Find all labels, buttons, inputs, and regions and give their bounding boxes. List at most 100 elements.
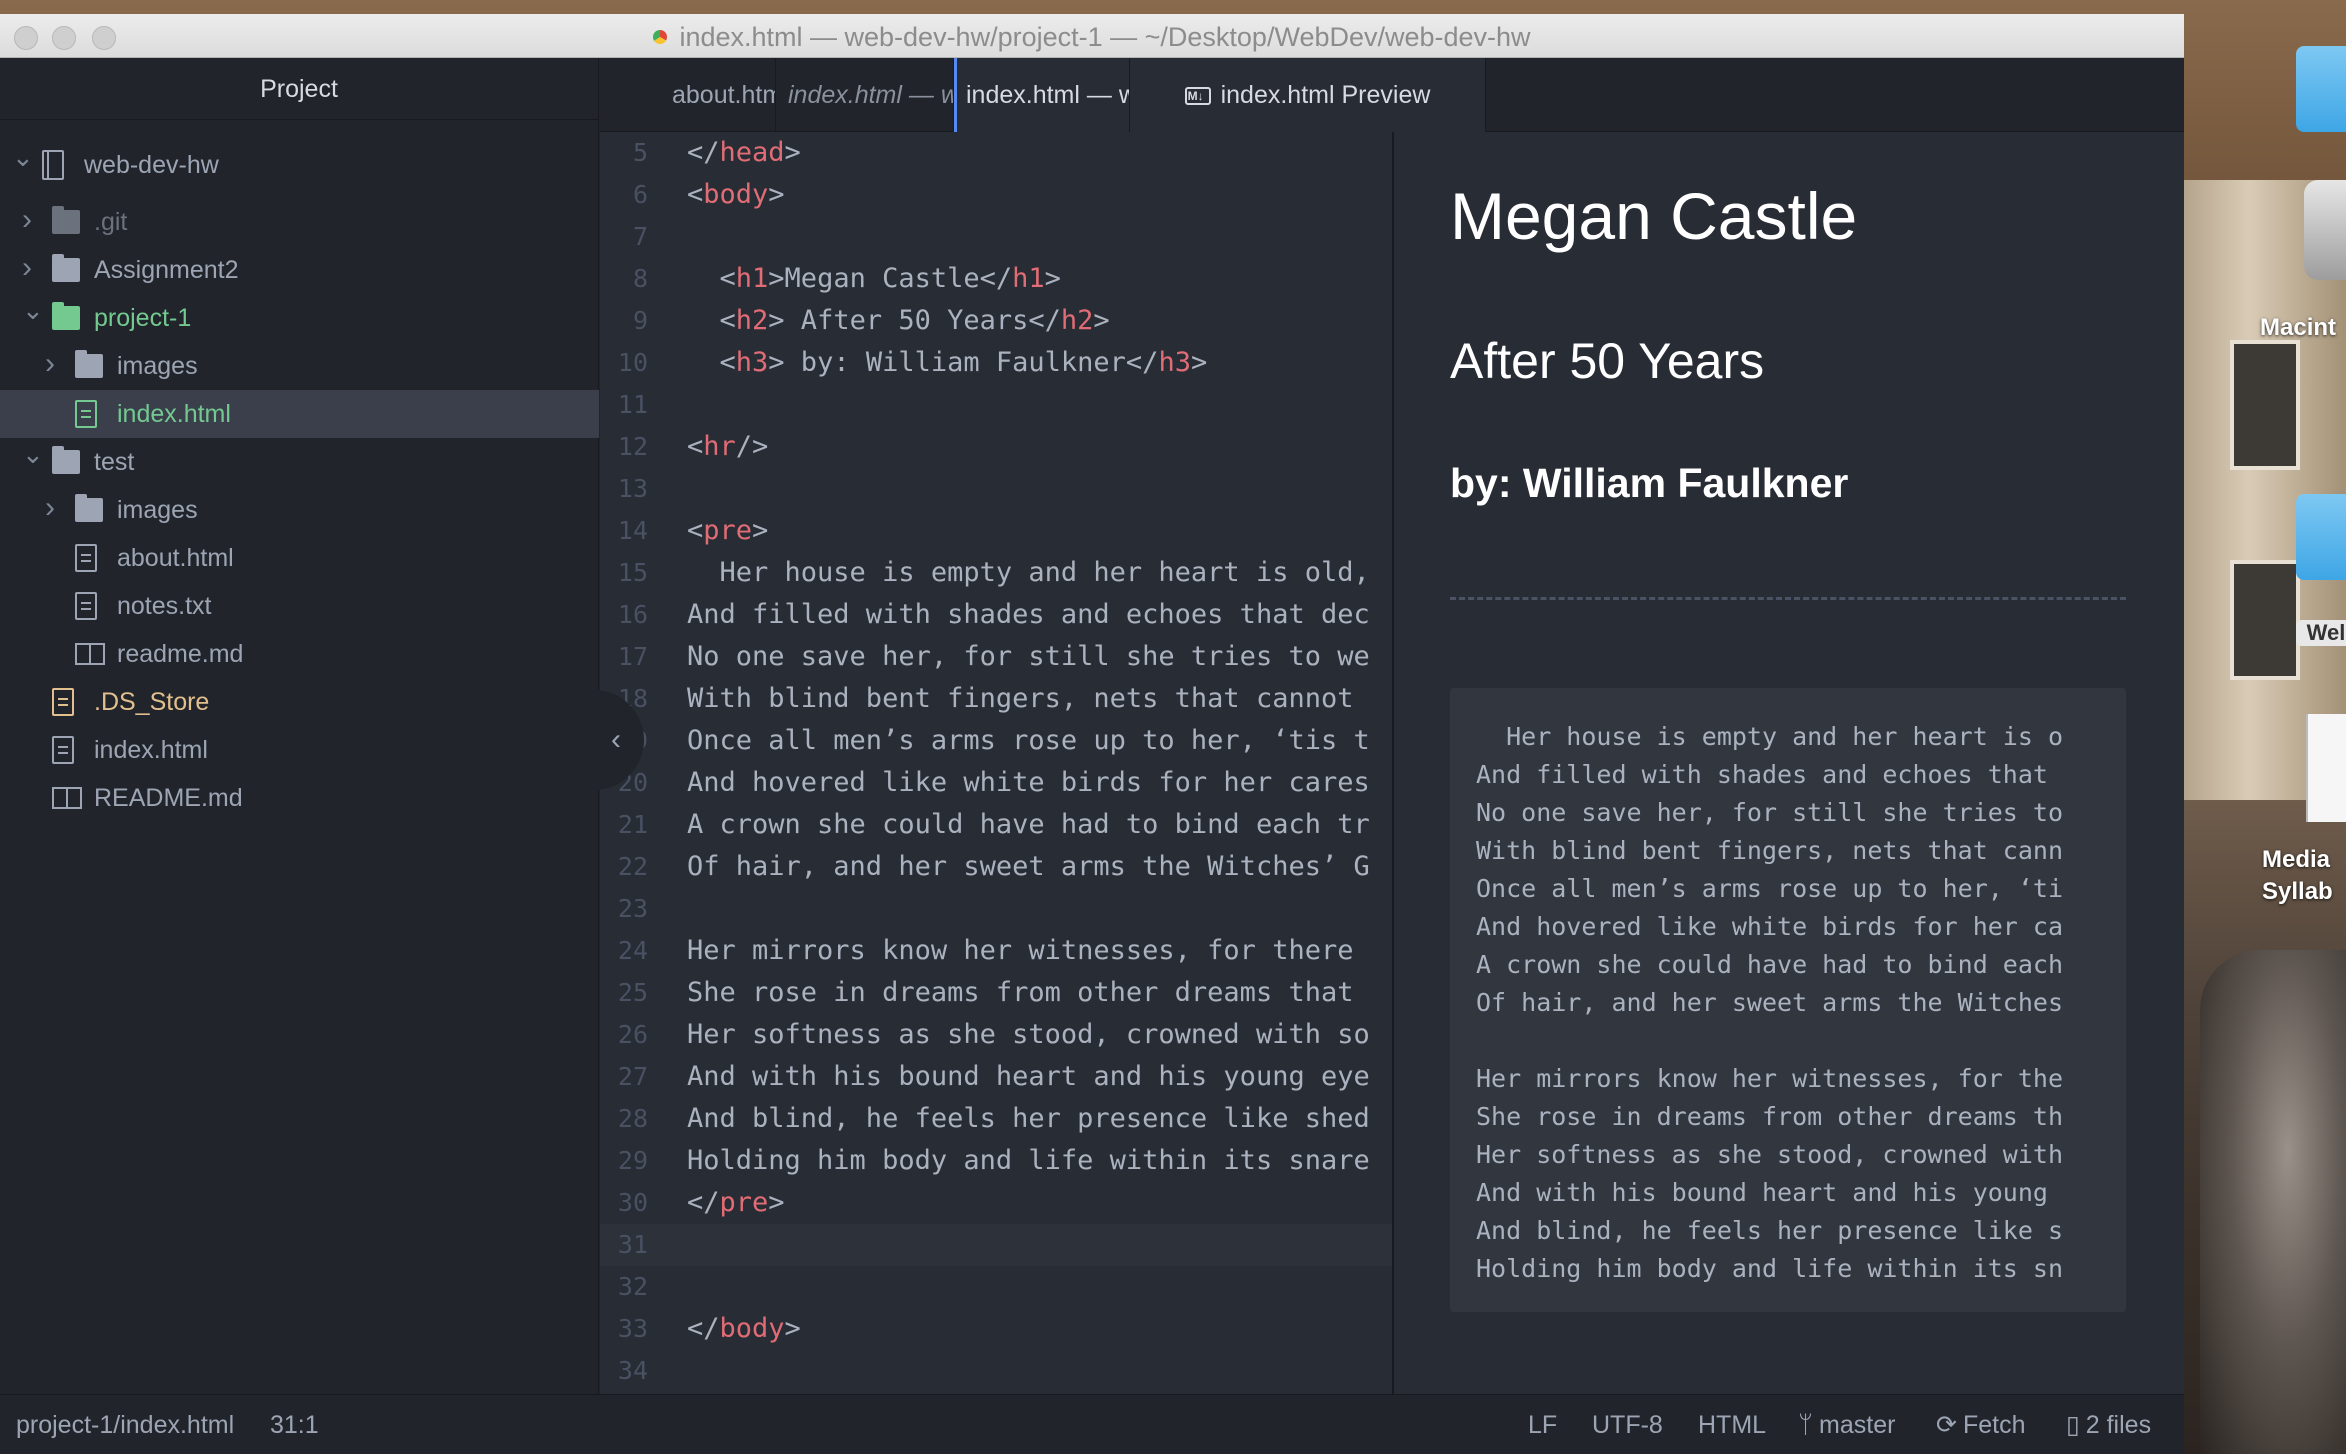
code-line[interactable]: 17 No one save her, for still she tries t… — [600, 636, 1392, 678]
code-text: And with his bound heart and his young e… — [687, 1061, 1370, 1092]
code-line[interactable]: 25 She rose in dreams from other dreams t… — [600, 972, 1392, 1014]
tab-label: index.html — web-... — [966, 81, 1129, 109]
code-line[interactable]: 19Once all men’s arms rose up to her, ‘t… — [600, 720, 1392, 762]
tab-markdown-preview[interactable]: index.html Preview — [1130, 58, 1486, 132]
desktop-icon-label[interactable]: Wel — [2296, 620, 2346, 646]
code-line[interactable]: 32 — [600, 1266, 1392, 1308]
code-text: <h2> After 50 Years</h2> — [687, 305, 1110, 336]
title-bar[interactable]: index.html — web-dev-hw/project-1 — ~/De… — [0, 14, 2184, 58]
document-icon — [653, 30, 668, 44]
line-number: 28 — [617, 1104, 648, 1133]
tree-view[interactable]: Project ⌄ web-dev-hw › .git › Assignment2 ⌄ pro… — [0, 58, 599, 1394]
changed-files-label: 2 files — [2085, 1411, 2152, 1439]
tree-item[interactable]: › .git — [0, 198, 599, 246]
preview-pre-line: Once all men’s arms rose up to her, ‘ti — [1476, 874, 2063, 903]
code-line[interactable]: 14 <pre> — [600, 510, 1392, 552]
code-line[interactable]: 9 <h2> After 50 Years</h2> — [600, 300, 1392, 342]
preview-pre-line: Of hair, and her sweet arms the Witches — [1476, 988, 2063, 1017]
code-line[interactable]: 16 And filled with shades and echoes that… — [600, 594, 1392, 636]
code-line[interactable]: 15 Her house is empty and her heart is o… — [600, 552, 1392, 594]
tree-item-label: about.html — [117, 544, 234, 572]
desktop-folder-icon[interactable] — [2296, 46, 2346, 132]
code-line[interactable]: 27 And with his bound heart and his young… — [600, 1056, 1392, 1098]
code-line[interactable]: 29 Holding him body and life within its s… — [600, 1140, 1392, 1182]
tree-item[interactable]: ⌄ test — [0, 438, 599, 486]
status-line-ending[interactable]: LF — [1528, 1395, 1557, 1454]
code-line[interactable]: 18 With blind bent fingers, nets that can… — [600, 678, 1392, 720]
tree-item[interactable]: index.html — [0, 390, 599, 438]
tree-item[interactable]: notes.txt — [0, 582, 599, 630]
tree-item-label: index.html — [94, 736, 208, 764]
desktop-document-icon[interactable] — [2306, 714, 2346, 822]
status-changed-files[interactable]: ▯ 2 files — [2066, 1395, 2151, 1454]
code-line[interactable]: 33 </body> — [600, 1308, 1392, 1350]
desktop-drive-icon[interactable] — [2304, 180, 2346, 280]
code-line[interactable]: 20 And hovered like white birds for her c… — [600, 762, 1392, 804]
desktop-folder-icon[interactable] — [2296, 494, 2346, 580]
tree-item[interactable]: readme.md — [0, 630, 599, 678]
status-fetch-button[interactable]: ⟳ Fetch — [1936, 1395, 2025, 1454]
code-line[interactable]: 26 Her softness as she stood, crowned wit… — [600, 1014, 1392, 1056]
folder-icon — [52, 254, 80, 282]
code-line[interactable]: 31 — [600, 1224, 1392, 1266]
code-text: No one save her, for still she tries to … — [687, 641, 1370, 672]
html-preview-pane[interactable]: Megan Castle After 50 Years by: William … — [1392, 132, 2184, 1394]
code-line[interactable]: 30 </pre> — [600, 1182, 1392, 1224]
chevron-down-icon[interactable]: ⌄ — [12, 133, 34, 181]
code-line[interactable]: 10 <h3> by: William Faulkner</h3> — [600, 342, 1392, 384]
tree-item[interactable]: › images — [0, 342, 599, 390]
code-line[interactable]: 6 <body> — [600, 174, 1392, 216]
code-line[interactable]: 8 <h1>Megan Castle</h1> — [600, 258, 1392, 300]
preview-pre-line: And hovered like white birds for her ca — [1476, 912, 2063, 941]
line-number: 15 — [617, 558, 648, 587]
tab-index-html-pending[interactable]: index.html — web-... — [776, 58, 954, 132]
code-editor[interactable]: 4 <title>My First Live Site</title>5</he… — [600, 132, 1392, 1394]
code-text: <h3> by: William Faulkner</h3> — [687, 347, 1208, 378]
status-git-branch[interactable]: ᛘ master — [1798, 1395, 1895, 1454]
chevron-right-icon[interactable]: › — [45, 340, 63, 388]
code-line[interactable]: 5 </head> — [600, 132, 1392, 174]
code-line[interactable]: 11 — [600, 384, 1392, 426]
tree-item[interactable]: ⌄ web-dev-hw — [0, 141, 599, 189]
code-text: <body> — [687, 179, 785, 210]
code-line[interactable]: 7 — [600, 216, 1392, 258]
code-line[interactable]: 22 Of hair, and her sweet arms the Witche… — [600, 846, 1392, 888]
tree-item[interactable]: › Assignment2 — [0, 246, 599, 294]
tree-item-label: images — [117, 352, 198, 380]
code-line[interactable]: 12 <hr/> — [600, 426, 1392, 468]
file-text-icon — [52, 688, 74, 716]
desktop-icon-label[interactable]: Media Syllab — [2262, 844, 2346, 908]
line-number: 6 — [632, 180, 648, 209]
chevron-down-icon[interactable]: ⌄ — [22, 286, 44, 334]
code-line[interactable]: 34 — [600, 1350, 1392, 1392]
status-grammar[interactable]: HTML — [1698, 1395, 1766, 1454]
status-file-path[interactable]: project-1/index.html — [16, 1395, 234, 1454]
line-number: 21 — [617, 810, 648, 839]
line-number: 8 — [632, 264, 648, 293]
code-line[interactable]: 28 And blind, he feels her presence like … — [600, 1098, 1392, 1140]
tree-item[interactable]: ⌄ project-1 — [0, 294, 599, 342]
tree-item-label: README.md — [94, 784, 243, 812]
status-encoding[interactable]: UTF-8 — [1592, 1395, 1663, 1454]
code-line[interactable]: 24 Her mirrors know her witnesses, for th… — [600, 930, 1392, 972]
chevron-down-icon[interactable]: ⌄ — [22, 430, 44, 478]
tree-item[interactable]: index.html — [0, 726, 599, 774]
chevron-right-icon[interactable]: › — [22, 244, 40, 292]
tree-item-label: web-dev-hw — [84, 151, 219, 179]
tab-index-html-active[interactable]: index.html — web-... — [954, 58, 1130, 132]
chevron-right-icon[interactable]: › — [22, 196, 40, 244]
tree-item[interactable]: about.html — [0, 534, 599, 582]
tree-item[interactable]: README.md — [0, 774, 599, 822]
code-line[interactable]: 23 — [600, 888, 1392, 930]
tree-item[interactable]: › images — [0, 486, 599, 534]
tree-view-header: Project — [0, 58, 598, 120]
status-cursor-position[interactable]: 31:1 — [270, 1395, 319, 1454]
desktop-icon-label[interactable]: Macint — [2260, 314, 2346, 342]
code-line[interactable]: 13 — [600, 468, 1392, 510]
tab-about-html[interactable]: about.html — [600, 58, 776, 132]
folder-icon — [75, 350, 103, 378]
code-line[interactable]: 21 A crown she could have had to bind eac… — [600, 804, 1392, 846]
tree-item[interactable]: .DS_Store — [0, 678, 599, 726]
chevron-right-icon[interactable]: › — [45, 484, 63, 532]
line-number: 12 — [617, 432, 648, 461]
